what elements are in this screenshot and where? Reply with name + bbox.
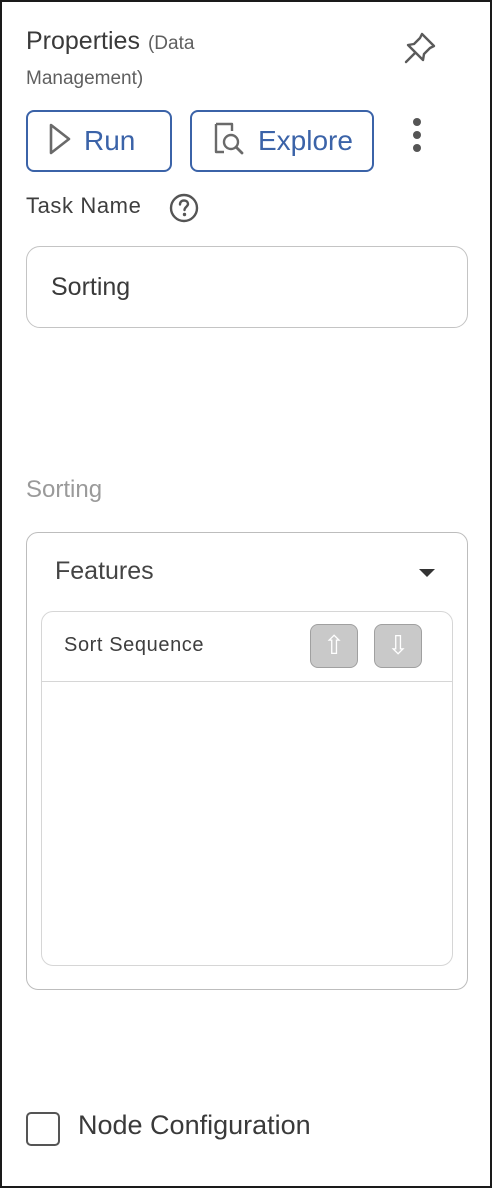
caret-down-icon[interactable] <box>419 569 435 577</box>
features-header: Features <box>55 557 154 585</box>
run-button-label: Run <box>84 125 136 156</box>
sort-sequence-list: Sort Sequence ⇧ ⇩ <box>41 611 453 966</box>
panel-title-text: Properties <box>26 27 140 55</box>
move-down-button[interactable]: ⇩ <box>374 624 422 668</box>
document-search-icon <box>212 121 246 162</box>
node-configuration-checkbox[interactable] <box>26 1112 60 1146</box>
section-label-sorting: Sorting <box>26 476 103 503</box>
explore-button[interactable]: Explore <box>190 110 374 172</box>
sort-sequence-label: Sort Sequence <box>64 634 205 656</box>
properties-panel: Properties (Data Management) Run Explore… <box>0 0 492 1188</box>
explore-button-label: Explore <box>258 125 353 156</box>
run-button[interactable]: Run <box>26 110 172 172</box>
kebab-menu-icon[interactable] <box>404 116 430 156</box>
sort-sequence-header: Sort Sequence ⇧ ⇩ <box>42 612 452 682</box>
panel-title: Properties (Data Management) <box>26 24 406 97</box>
play-icon <box>48 122 72 161</box>
panel-subtitle-line2: Management) <box>26 68 144 89</box>
task-name-label: Task Name <box>26 193 142 218</box>
features-card: Features Sort Sequence ⇧ ⇩ <box>26 532 468 990</box>
panel-subtitle-line1: (Data <box>147 33 195 54</box>
task-name-input[interactable] <box>26 246 468 328</box>
move-up-button[interactable]: ⇧ <box>310 624 358 668</box>
node-configuration-label: Node Configuration <box>78 1110 311 1140</box>
help-circle-icon[interactable] <box>168 192 200 224</box>
pin-icon[interactable] <box>402 30 438 66</box>
